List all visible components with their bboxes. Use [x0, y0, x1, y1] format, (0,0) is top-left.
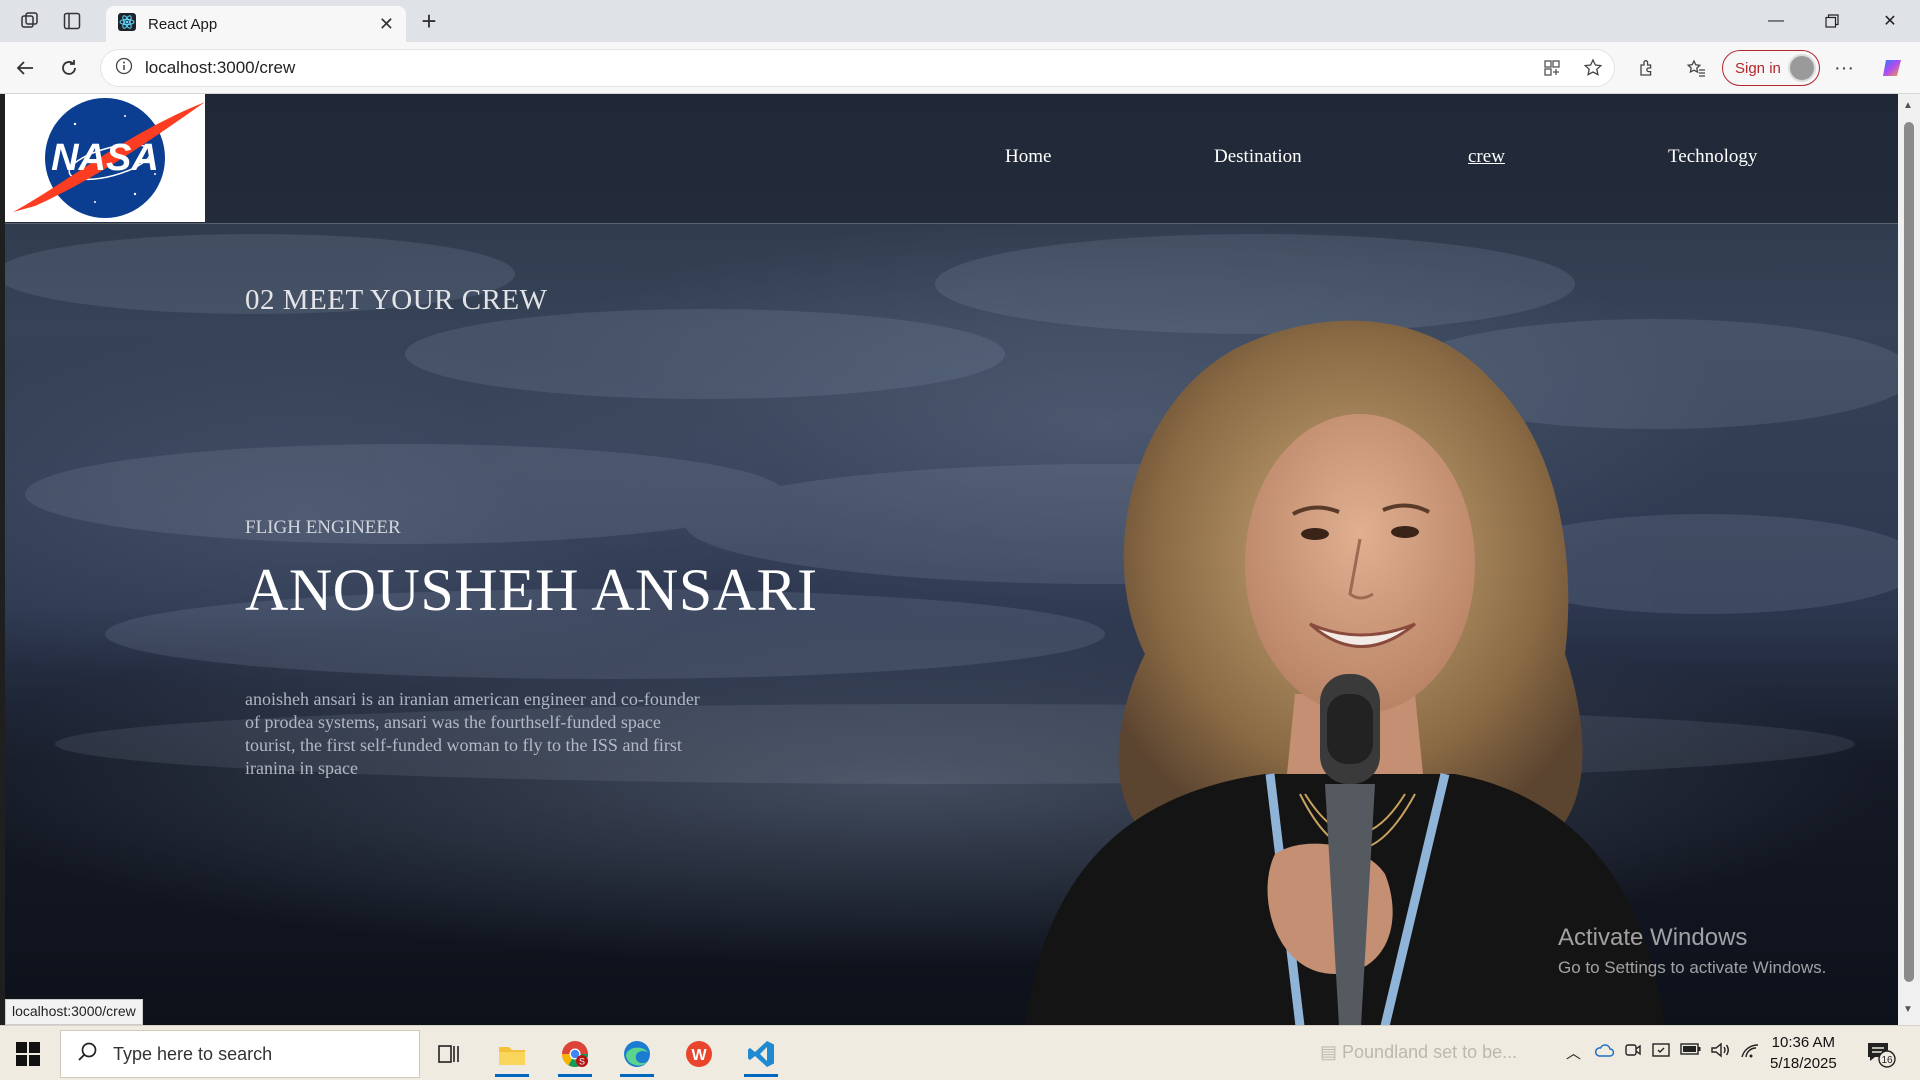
news-icon: ▤ — [1320, 1042, 1338, 1062]
crew-name: ANOUSHEH ANSARI — [245, 557, 818, 623]
wps-office-icon[interactable]: W — [676, 1031, 722, 1077]
browser-tab-bar: React App ✕ + — ✕ — [0, 0, 1920, 42]
task-view-icon[interactable] — [426, 1031, 472, 1077]
vertical-tabs-icon[interactable] — [58, 8, 86, 34]
active-indicator — [558, 1074, 592, 1077]
scroll-down-icon[interactable]: ▼ — [1903, 1004, 1913, 1015]
close-tab-icon[interactable]: ✕ — [379, 14, 394, 35]
site-info-icon[interactable] — [115, 57, 133, 80]
taskbar-search-box[interactable]: Type here to search — [60, 1030, 420, 1078]
workspaces-icon[interactable] — [16, 8, 44, 34]
vscode-icon[interactable] — [738, 1031, 784, 1077]
favorite-star-icon[interactable] — [1578, 53, 1608, 83]
nav-home[interactable]: Home — [1005, 146, 1051, 168]
clock-date: 5/18/2025 — [1770, 1055, 1837, 1072]
section-title: 02 MEET YOUR CREW — [245, 284, 548, 316]
copilot-icon[interactable] — [1878, 53, 1908, 83]
system-clock[interactable]: 10:36 AM 5/18/2025 — [1770, 1032, 1837, 1074]
crew-role: FLIGH ENGINEER — [245, 517, 401, 538]
new-tab-button[interactable]: + — [414, 6, 444, 37]
svg-text:W: W — [691, 1047, 707, 1064]
active-indicator — [744, 1074, 778, 1077]
notification-center-icon[interactable]: 16 — [1866, 1040, 1896, 1068]
edge-icon[interactable] — [614, 1031, 660, 1077]
nasa-logo-text: NASA — [51, 137, 159, 179]
sign-in-button[interactable]: Sign in — [1722, 50, 1820, 86]
browser-tab[interactable]: React App ✕ — [106, 6, 406, 42]
chrome-icon[interactable]: S — [552, 1031, 598, 1077]
windows-start-icon[interactable] — [14, 1040, 42, 1068]
active-indicator — [495, 1074, 529, 1077]
news-widget[interactable]: ▤ Poundland set to be... — [1320, 1042, 1517, 1063]
battery-icon[interactable] — [1680, 1042, 1702, 1060]
app-available-icon[interactable] — [1537, 53, 1567, 83]
security-icon[interactable] — [1652, 1042, 1670, 1062]
url-input[interactable]: localhost:3000/crew — [100, 49, 1615, 87]
meet-now-icon[interactable] — [1624, 1042, 1642, 1062]
url-text: localhost:3000/crew — [145, 58, 296, 77]
search-icon — [77, 1041, 99, 1068]
address-bar-row: localhost:3000/crew Sign in ··· — [0, 42, 1920, 94]
nav-technology[interactable]: Technology — [1668, 146, 1757, 168]
svg-text:S: S — [579, 1057, 585, 1067]
activate-windows-subtitle: Go to Settings to activate Windows. — [1558, 958, 1827, 977]
back-icon[interactable] — [10, 53, 40, 83]
minimize-icon[interactable]: — — [1756, 8, 1796, 34]
sign-in-label: Sign in — [1735, 59, 1781, 77]
news-text: Poundland set to be... — [1342, 1042, 1518, 1062]
tab-title: React App — [148, 15, 218, 33]
notification-count: 16 — [1881, 1055, 1893, 1066]
clock-time: 10:36 AM — [1771, 1034, 1836, 1051]
crew-member-photo — [1025, 320, 1665, 1025]
activate-windows-title: Activate Windows — [1558, 924, 1748, 951]
wifi-icon[interactable] — [1740, 1042, 1760, 1062]
scroll-up-icon[interactable]: ▲ — [1903, 100, 1913, 111]
react-icon — [118, 12, 136, 36]
scroll-thumb[interactable] — [1904, 122, 1914, 982]
nav-crew[interactable]: crew — [1468, 146, 1505, 168]
more-options-icon[interactable]: ··· — [1829, 53, 1859, 83]
status-bar-url: localhost:3000/crew — [5, 999, 143, 1025]
page-scrollbar[interactable]: ▲ ▼ — [1898, 94, 1920, 1025]
file-explorer-icon[interactable] — [489, 1031, 535, 1077]
page-viewport: NASA Home Destination crew Technology 02… — [5, 94, 1898, 1025]
avatar — [1788, 54, 1816, 82]
tray-overflow-chevron-icon[interactable]: ︿ — [1566, 1042, 1581, 1063]
close-window-icon[interactable]: ✕ — [1870, 8, 1910, 34]
windows-taskbar: Type here to search S W ▤ Poundland set … — [0, 1025, 1920, 1080]
volume-icon[interactable] — [1710, 1042, 1730, 1062]
crew-bio: anoisheh ansari is an iranian american e… — [245, 689, 700, 778]
restore-icon[interactable] — [1812, 8, 1852, 34]
extensions-icon[interactable] — [1632, 53, 1662, 83]
active-indicator — [620, 1074, 654, 1077]
favorites-icon[interactable] — [1681, 53, 1711, 83]
site-header: NASA Home Destination crew Technology — [5, 94, 1898, 224]
activate-windows-watermark: Activate Windows Go to Settings to activ… — [1558, 924, 1826, 978]
nav-destination[interactable]: Destination — [1214, 146, 1302, 168]
refresh-icon[interactable] — [54, 53, 84, 83]
search-placeholder: Type here to search — [113, 1043, 273, 1064]
nasa-logo[interactable]: NASA — [5, 94, 205, 222]
onedrive-icon[interactable] — [1594, 1042, 1615, 1062]
